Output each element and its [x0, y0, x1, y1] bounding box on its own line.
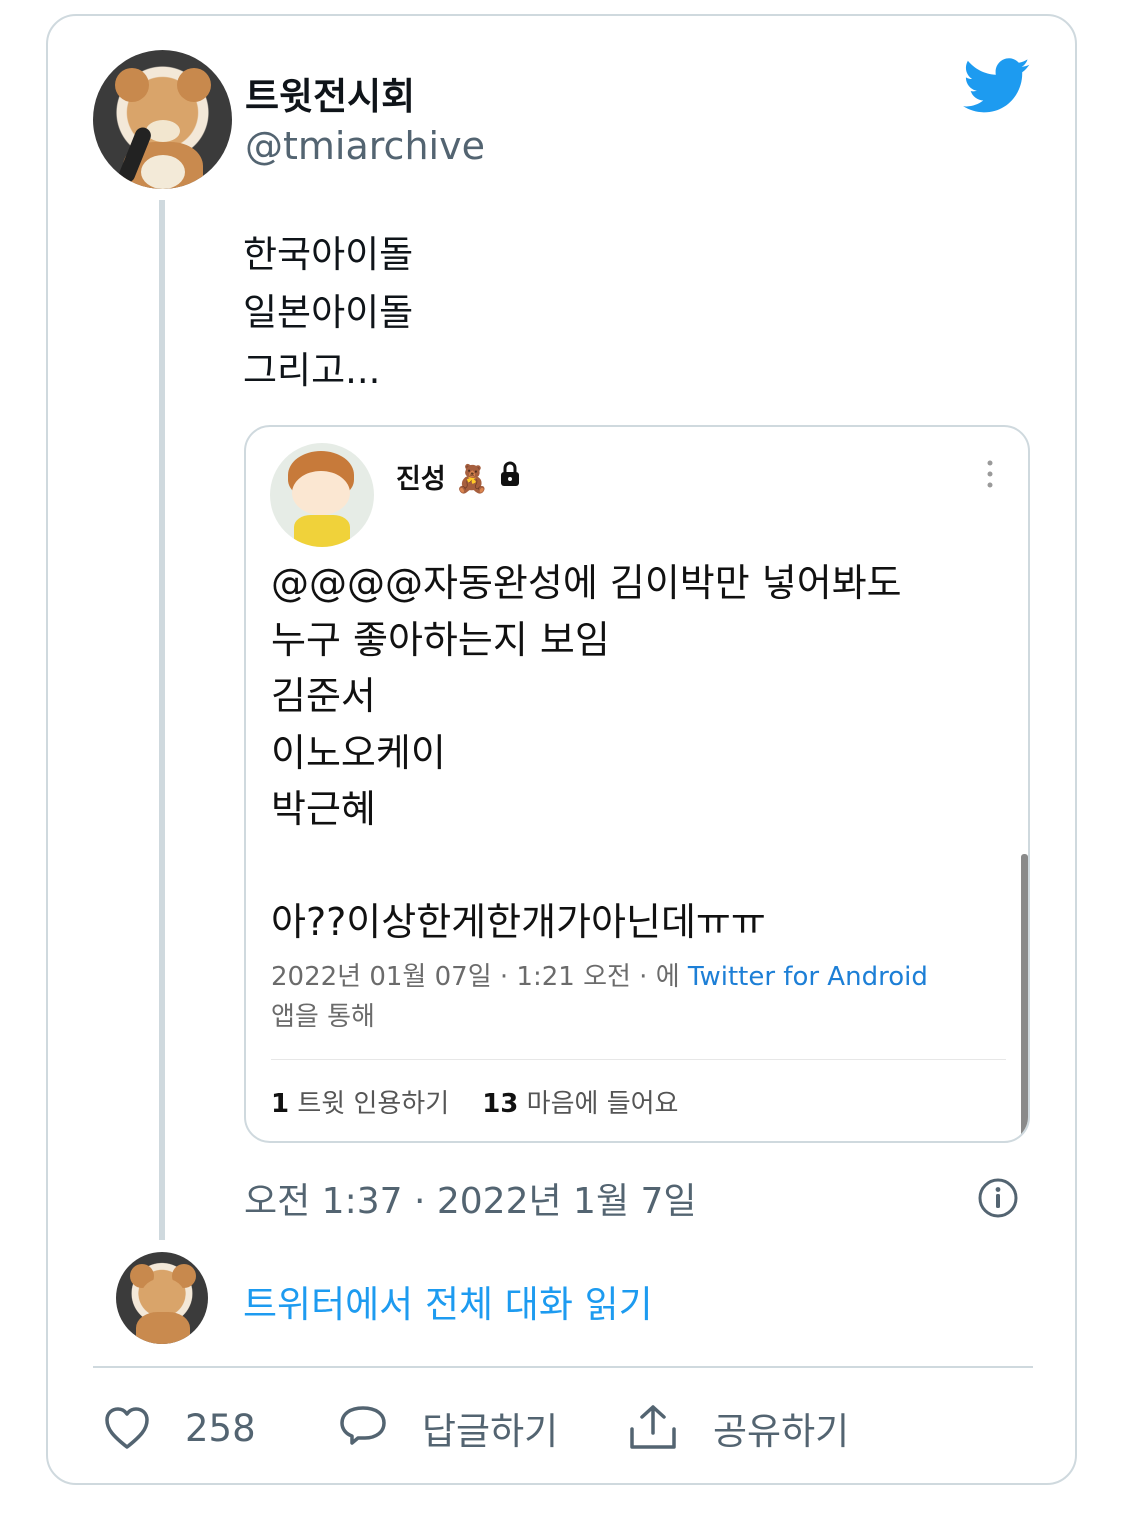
lock-icon — [501, 461, 519, 486]
tweet-line: 한국아이돌 — [243, 233, 414, 276]
twitter-bird-icon[interactable] — [963, 58, 1031, 114]
quoted-line: @@@@자동완성에 김이박만 넣어봐도 — [271, 561, 902, 605]
share-label: 공유하기 — [713, 1410, 850, 1453]
quote-count: 1 — [271, 1089, 290, 1119]
avatar-bear-belly — [141, 155, 185, 189]
thread-line — [159, 200, 165, 1240]
quoted-line: 누구 좋아하는지 보임 — [271, 617, 610, 662]
quoted-stats: 1 트윗 인용하기 13 마음에 들어요 — [271, 1083, 678, 1120]
avatar-bear-face — [141, 1278, 185, 1314]
avatar-bear-snout — [146, 120, 180, 142]
avatar-face — [292, 471, 350, 515]
avatar-bear-body — [136, 1312, 190, 1344]
quoted-line: 김준서 — [271, 674, 376, 718]
actions-divider — [93, 1366, 1033, 1368]
quoted-tweet-meta: 2022년 01월 07일 · 1:21 오전 · 에 Twitter for … — [271, 957, 971, 1037]
share-button[interactable]: 공유하기 — [627, 1400, 849, 1456]
tweet-line: 일본아이돌 — [243, 291, 414, 334]
like-button[interactable]: 258 — [103, 1400, 256, 1456]
info-icon[interactable] — [977, 1177, 1019, 1219]
avatar-shirt — [294, 515, 350, 547]
quoted-author-name: 진성 🧸 — [396, 457, 489, 496]
reply-bubble-icon — [340, 1406, 386, 1445]
reply-label: 답글하기 — [422, 1410, 559, 1453]
quoted-line: 이노오케이 — [271, 730, 446, 775]
more-vertical-icon — [987, 460, 993, 488]
author-avatar[interactable] — [93, 50, 232, 189]
tweet-timestamp[interactable]: 오전 1:37 · 2022년 1월 7일 — [244, 1172, 697, 1224]
quote-label: 트윗 인용하기 — [297, 1089, 450, 1119]
quoted-line: 아??이상한게한개가아닌데ㅠㅠ — [271, 899, 766, 944]
quoted-line: 박근혜 — [271, 787, 376, 831]
share-icon — [630, 1405, 676, 1449]
quoted-tweet-image[interactable]: 진성 🧸 @@@@자동완성에 김이박만 넣어봐도 누구 좋아하는지 보임 김준서… — [244, 425, 1030, 1143]
quoted-source: Twitter for Android — [687, 962, 928, 992]
author-avatar-small[interactable] — [116, 1252, 208, 1344]
quoted-date: 2022년 01월 07일 · 1:21 오전 · 에 — [271, 962, 680, 992]
author-display-name[interactable]: 트윗전시회 — [245, 66, 415, 120]
quoted-author-avatar — [270, 443, 374, 547]
quoted-tweet-body: @@@@자동완성에 김이박만 넣어봐도 누구 좋아하는지 보임 김준서 이노오케… — [271, 555, 902, 950]
quoted-divider — [271, 1059, 1006, 1060]
like-label: 마음에 들어요 — [526, 1089, 679, 1119]
tweet-body: 한국아이돌 일본아이돌 그리고... — [243, 226, 413, 400]
like-count: 258 — [185, 1406, 256, 1450]
quoted-source-suffix: 앱을 통해 — [271, 1002, 375, 1032]
quoted-author-name-text: 진성 — [396, 464, 446, 495]
scrollbar — [1021, 854, 1028, 1141]
like-count: 13 — [482, 1089, 519, 1119]
teddy-bear-emoji-icon: 🧸 — [445, 464, 489, 495]
tweet-line: 그리고... — [243, 349, 381, 392]
read-conversation-link[interactable]: 트위터에서 전체 대화 읽기 — [243, 1274, 653, 1328]
heart-icon — [105, 1407, 149, 1449]
author-handle[interactable]: @tmiarchive — [245, 124, 485, 168]
reply-button[interactable]: 답글하기 — [338, 1400, 558, 1456]
quoted-line — [271, 838, 902, 894]
